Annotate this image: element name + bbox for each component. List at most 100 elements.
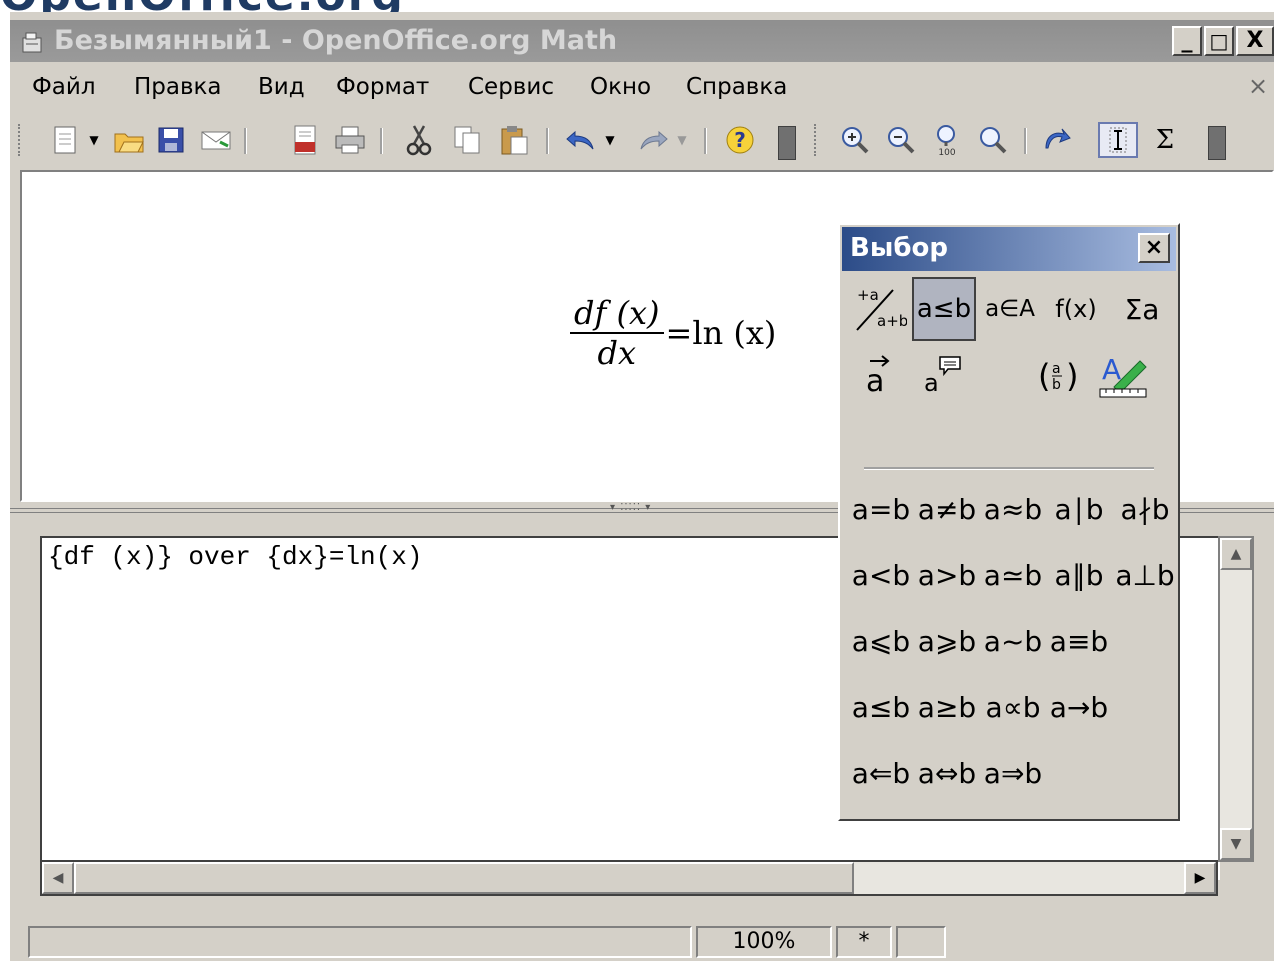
zoom-fit-icon[interactable]: [974, 122, 1012, 158]
help-icon[interactable]: ?: [720, 122, 760, 158]
redo-dropdown-icon[interactable]: ▼: [672, 122, 692, 158]
zoom-in-icon[interactable]: [836, 122, 874, 158]
horizontal-scroll-thumb[interactable]: [74, 862, 854, 894]
toolbar-separator: [546, 128, 549, 154]
set-operations-icon[interactable]: a∈A: [978, 277, 1042, 341]
formats-icon[interactable]: A: [1090, 343, 1154, 407]
status-zoom[interactable]: 100%: [696, 926, 832, 958]
scroll-left-icon[interactable]: ◀: [42, 862, 74, 894]
svg-text:+a: +a: [857, 286, 879, 304]
scroll-down-icon[interactable]: ▼: [1220, 828, 1252, 860]
brackets-icon[interactable]: (a b): [1026, 343, 1090, 407]
unary-binary-operators-icon[interactable]: +a a+b: [848, 277, 912, 341]
menu-view[interactable]: Вид: [258, 74, 305, 100]
new-document-icon[interactable]: [46, 122, 84, 158]
save-icon[interactable]: [152, 122, 190, 158]
document-close-icon[interactable]: ×: [1248, 72, 1268, 100]
paste-icon[interactable]: [494, 122, 534, 158]
copy-icon[interactable]: [448, 122, 486, 158]
op-similar[interactable]: a~b: [980, 611, 1046, 671]
toolbar-separator: [1024, 128, 1027, 154]
formula-numerator: df (x): [574, 294, 660, 332]
menu-tools[interactable]: Сервис: [468, 74, 554, 100]
op-not-divides[interactable]: a∤b: [1112, 479, 1178, 539]
svg-text:A: A: [1102, 353, 1121, 386]
cut-icon[interactable]: [400, 122, 438, 158]
op-greater-equal[interactable]: a≥b: [914, 677, 980, 737]
op-double-arrow-both[interactable]: a⇔b: [914, 743, 980, 803]
minimize-button[interactable]: _: [1172, 26, 1202, 56]
op-proportional[interactable]: a∝b: [980, 677, 1046, 737]
attributes-icon[interactable]: a: [848, 343, 912, 407]
svg-text:): ): [1066, 357, 1078, 395]
toolbar-overflow-icon[interactable]: [778, 126, 796, 160]
svg-text:100: 100: [938, 148, 955, 156]
menu-window[interactable]: Окно: [590, 74, 651, 100]
functions-icon[interactable]: f(x): [1044, 277, 1108, 341]
status-signature: [896, 926, 946, 958]
toolbar-overflow-icon[interactable]: [1208, 126, 1226, 160]
op-double-arrow-left[interactable]: a⇐b: [848, 743, 914, 803]
op-equals[interactable]: a=b: [848, 479, 914, 539]
sigma-icon[interactable]: Σ: [1146, 122, 1184, 158]
close-button[interactable]: X: [1236, 26, 1274, 56]
rendered-formula: df (x) dx =ln (x): [570, 294, 776, 372]
relations-grid: a=b a≠b a≈b a∣b a∤b a<b a>b a≃b a∥b a⊥b …: [848, 479, 1178, 809]
menu-file[interactable]: Файл: [32, 74, 96, 100]
others-icon[interactable]: a: [912, 343, 976, 407]
op-not-equals[interactable]: a≠b: [914, 479, 980, 539]
op-approx[interactable]: a≈b: [980, 479, 1046, 539]
op-similar-equal[interactable]: a≃b: [980, 545, 1046, 605]
selection-panel-close-button[interactable]: ×: [1138, 233, 1170, 263]
formula-denominator: dx: [597, 334, 637, 372]
redo-icon[interactable]: [634, 122, 672, 158]
op-less-than[interactable]: a<b: [848, 545, 914, 605]
zoom-out-icon[interactable]: [882, 122, 920, 158]
op-toward[interactable]: a→b: [1046, 677, 1112, 737]
op-less-equal[interactable]: a≤b: [848, 677, 914, 737]
print-icon[interactable]: [330, 122, 370, 158]
selection-panel: Выбор × +a a+b a≤b a∈A f(x) Σa a a (a b) A…: [838, 223, 1180, 821]
toolbar-separator: [380, 128, 383, 154]
splitter-grip-icon: ▾ ⁚⁚⁚⁚⁚ ▾: [610, 502, 652, 513]
undo-dropdown-icon[interactable]: ▼: [600, 122, 620, 158]
op-double-arrow-right[interactable]: a⇒b: [980, 743, 1046, 803]
email-icon[interactable]: [196, 122, 236, 158]
menu-help[interactable]: Справка: [686, 74, 787, 100]
svg-text:a: a: [866, 364, 884, 397]
update-icon[interactable]: [1038, 122, 1076, 158]
toolbar-grip[interactable]: [18, 124, 24, 156]
window-title: Безымянный1 - OpenOffice.org Math: [54, 25, 618, 56]
op-orthogonal[interactable]: a⊥b: [1112, 545, 1178, 605]
zoom-100-icon[interactable]: 100: [928, 122, 966, 158]
svg-text:a+b: a+b: [877, 312, 907, 330]
op-divides[interactable]: a∣b: [1046, 479, 1112, 539]
op-greater-equal-slant[interactable]: a⩾b: [914, 611, 980, 671]
svg-text:(: (: [1038, 357, 1050, 395]
editor-text[interactable]: {df (x)} over {dx}=ln(x): [48, 542, 422, 572]
export-pdf-icon[interactable]: [286, 122, 324, 158]
maximize-button[interactable]: □: [1204, 26, 1234, 56]
vertical-scrollbar[interactable]: ▲ ▼: [1218, 536, 1254, 862]
operators-icon[interactable]: Σa: [1110, 277, 1174, 341]
open-folder-icon[interactable]: [110, 122, 148, 158]
op-identical[interactable]: a≡b: [1046, 611, 1112, 671]
relations-icon[interactable]: a≤b: [912, 277, 976, 341]
menu-bar: Файл Правка Вид Формат Сервис Окно Справ…: [10, 62, 1274, 112]
new-dropdown-icon[interactable]: ▼: [84, 122, 104, 158]
toolbar-grip[interactable]: [814, 124, 820, 156]
op-greater-than[interactable]: a>b: [914, 545, 980, 605]
op-less-equal-slant[interactable]: a⩽b: [848, 611, 914, 671]
scroll-right-icon[interactable]: ▶: [1184, 862, 1216, 894]
undo-icon[interactable]: [562, 122, 600, 158]
formula-rhs: =ln (x): [665, 314, 777, 352]
scroll-up-icon[interactable]: ▲: [1220, 538, 1252, 570]
horizontal-scrollbar[interactable]: ◀ ▶: [40, 860, 1218, 896]
menu-format[interactable]: Формат: [336, 74, 429, 100]
title-bar[interactable]: Безымянный1 - OpenOffice.org Math _ □ X: [10, 20, 1274, 62]
op-parallel[interactable]: a∥b: [1046, 545, 1112, 605]
selection-panel-titlebar[interactable]: Выбор ×: [842, 227, 1176, 271]
menu-edit[interactable]: Правка: [134, 74, 222, 100]
formula-cursor-icon[interactable]: [1098, 122, 1138, 158]
svg-text:a: a: [1052, 361, 1061, 377]
